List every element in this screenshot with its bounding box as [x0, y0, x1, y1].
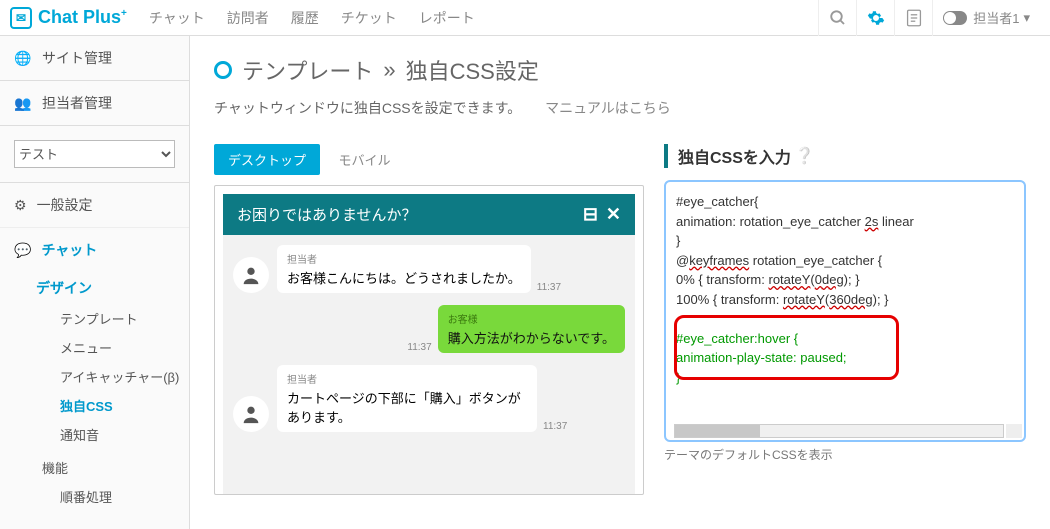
user-menu[interactable]: 担当者1 ▾	[932, 0, 1040, 36]
topnav-chat[interactable]: チャット	[149, 8, 205, 28]
topnav-history[interactable]: 履歴	[291, 8, 319, 28]
message-text: カートページの下部に「購入」ボタンがあります。	[287, 388, 527, 426]
editor-column: 独自CSSを入力 ❔ #eye_catcher{animation: rotat…	[664, 144, 1026, 463]
sidebar-chat-heading[interactable]: 💬 チャット	[0, 228, 189, 272]
message-time: 11:37	[543, 421, 567, 432]
message-bubble: お客様 購入方法がわからないです。	[438, 305, 625, 353]
sidebar-design-items: テンプレート メニュー アイキャッチャー(β) 独自CSS 通知音 機能 順番処…	[22, 304, 189, 511]
user-name: 担当者1	[973, 8, 1019, 27]
sidebar-site-admin[interactable]: 🌐 サイト管理	[0, 36, 189, 81]
avatar-icon	[233, 396, 269, 432]
topnav-right: 担当者1 ▾	[818, 0, 1040, 36]
message-row: 担当者 カートページの下部に「購入」ボタンがあります。 11:37	[233, 365, 625, 432]
message-row: 11:37 お客様 購入方法がわからないです。	[233, 305, 625, 353]
sidebar-menu[interactable]: メニュー	[60, 333, 189, 362]
page-subtitle: チャットウィンドウに独自CSSを設定できます。 マニュアルはこちら	[214, 98, 1026, 118]
topnav-items: チャット 訪問者 履歴 チケット レポート	[149, 8, 475, 28]
editor-heading-text: 独自CSSを入力	[678, 144, 791, 168]
sidebar-site-select[interactable]: テスト	[14, 140, 175, 168]
breadcrumb-custom-css: 独自CSS設定	[406, 54, 539, 86]
message-bubble: 担当者 カートページの下部に「購入」ボタンがあります。	[277, 365, 537, 432]
top-nav: ✉ Chat Plus+ チャット 訪問者 履歴 チケット レポート 担当者1 …	[0, 0, 1050, 36]
close-icon[interactable]: ✕	[606, 204, 621, 225]
sidebar-eyecatcher[interactable]: アイキャッチャー(β)	[60, 362, 189, 391]
chat-header: お困りではありませんか？ ⊟ ✕	[223, 194, 635, 235]
brand[interactable]: ✉ Chat Plus+	[10, 7, 127, 29]
editor-heading: 独自CSSを入力 ❔	[664, 144, 1026, 168]
chat-header-title: お困りではありませんか？	[237, 204, 417, 225]
chat-body: 担当者 お客様こんにちは。どうされましたか。 11:37 11:37 お客様 購…	[223, 235, 635, 495]
search-icon[interactable]	[818, 0, 856, 36]
sidebar-general[interactable]: ⚙ 一般設定	[0, 183, 189, 228]
message-time: 11:37	[537, 282, 561, 293]
globe-icon: 🌐	[14, 50, 32, 67]
brand-name: Chat Plus+	[38, 7, 127, 28]
chevron-down-icon: ▾	[1023, 10, 1030, 26]
sidebar-site-select-wrap: テスト	[0, 126, 189, 183]
message-time: 11:37	[407, 342, 431, 353]
sidebar-site-admin-label: サイト管理	[42, 48, 112, 68]
sidebar-sound[interactable]: 通知音	[60, 420, 189, 449]
message-label: お客様	[448, 311, 615, 326]
chat-window: お困りではありませんか？ ⊟ ✕ 担当者 お客様こんに	[223, 194, 635, 495]
sidebar-function[interactable]: 機能	[42, 453, 189, 482]
tab-mobile[interactable]: モバイル	[324, 144, 404, 175]
sidebar-agent-admin[interactable]: 👥 担当者管理	[0, 81, 189, 126]
tab-desktop[interactable]: デスクトップ	[214, 144, 320, 175]
gear-icon[interactable]	[856, 0, 894, 36]
topnav-visitors[interactable]: 訪問者	[227, 8, 269, 28]
message-text: 購入方法がわからないです。	[448, 328, 615, 347]
sidebar-general-label: 一般設定	[37, 195, 93, 215]
message-bubble: 担当者 お客様こんにちは。どうされましたか。	[277, 245, 531, 293]
avatar-icon	[233, 257, 269, 293]
message-label: 担当者	[287, 371, 527, 386]
sidebar: 🌐 サイト管理 👥 担当者管理 テスト ⚙ 一般設定 💬 チャット デザイン テ…	[0, 36, 190, 529]
help-icon[interactable]: ❔	[795, 146, 815, 166]
sidebar-agent-admin-label: 担当者管理	[42, 93, 112, 113]
title-circle-icon	[214, 61, 232, 79]
device-tabs: デスクトップ モバイル	[214, 144, 644, 175]
brand-icon: ✉	[10, 7, 32, 29]
sidebar-order[interactable]: 順番処理	[60, 482, 189, 511]
document-icon[interactable]	[894, 0, 932, 36]
chat-icon: 💬	[14, 242, 31, 259]
users-icon: 👥	[14, 95, 32, 112]
topnav-tickets[interactable]: チケット	[341, 8, 397, 28]
page-title: テンプレート » 独自CSS設定	[214, 54, 1026, 86]
horizontal-scrollbar[interactable]	[674, 424, 1004, 438]
sidebar-custom-css[interactable]: 独自CSS	[60, 391, 189, 420]
manual-link[interactable]: マニュアルはこちら	[545, 100, 671, 116]
preview-frame: お困りではありませんか？ ⊟ ✕ 担当者 お客様こんに	[214, 185, 644, 495]
sidebar-chat-heading-label: チャット	[41, 240, 97, 260]
preview-column: デスクトップ モバイル お困りではありませんか？ ⊟ ✕	[214, 144, 644, 495]
message-text: お客様こんにちは。どうされましたか。	[287, 268, 521, 287]
content: テンプレート » 独自CSS設定 チャットウィンドウに独自CSSを設定できます。…	[190, 36, 1050, 529]
message-row: 担当者 お客様こんにちは。どうされましたか。 11:37	[233, 245, 625, 293]
topnav-reports[interactable]: レポート	[419, 8, 475, 28]
message-label: 担当者	[287, 251, 521, 266]
sidebar-template[interactable]: テンプレート	[60, 304, 189, 333]
minimize-icon[interactable]: ⊟	[583, 204, 598, 225]
default-css-link[interactable]: テーマのデフォルトCSSを表示	[664, 446, 1026, 463]
status-toggle-icon	[943, 11, 967, 25]
breadcrumb-sep: »	[383, 57, 395, 83]
resize-handle-icon[interactable]	[1006, 424, 1022, 438]
css-textarea[interactable]: #eye_catcher{animation: rotation_eye_cat…	[664, 180, 1026, 442]
page-subtitle-text: チャットウィンドウに独自CSSを設定できます。	[214, 100, 521, 116]
cog-icon: ⚙	[14, 197, 27, 214]
sidebar-design[interactable]: デザイン	[22, 272, 189, 304]
breadcrumb-template[interactable]: テンプレート	[242, 54, 373, 86]
